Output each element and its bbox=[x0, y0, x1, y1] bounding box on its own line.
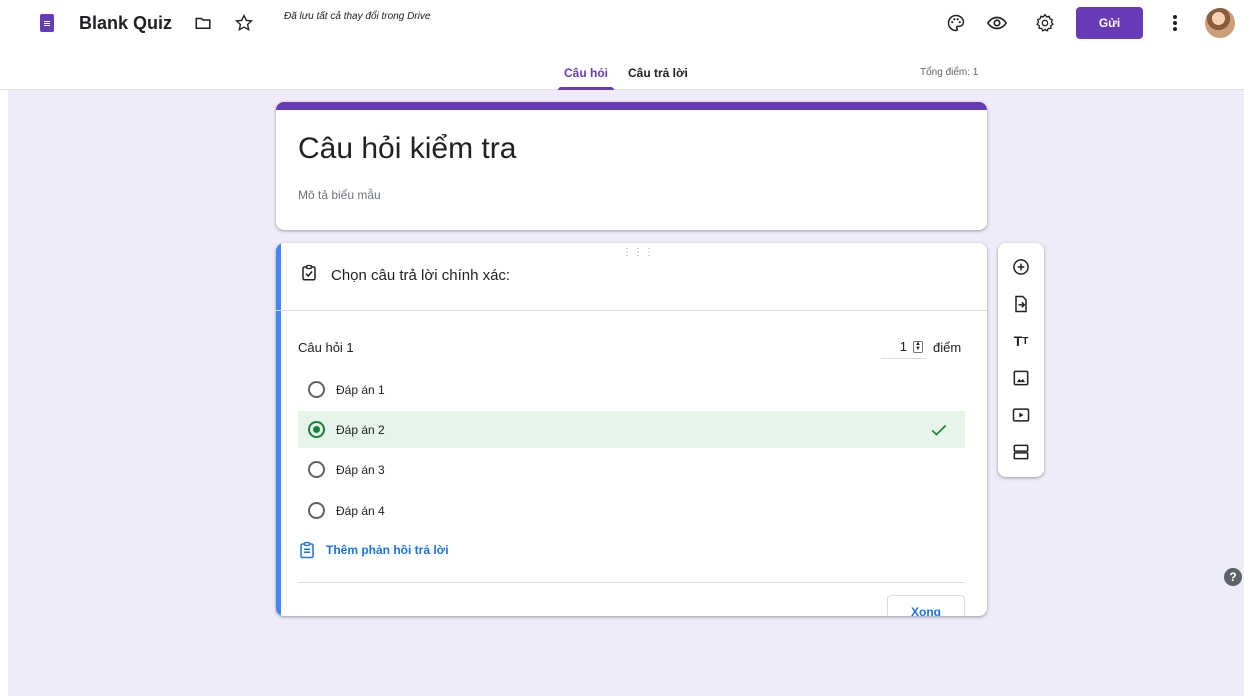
add-feedback-link[interactable]: Thêm phản hồi trả lời bbox=[298, 539, 449, 561]
side-toolbar: TT bbox=[998, 243, 1044, 477]
forms-logo-icon[interactable] bbox=[40, 14, 54, 32]
app-header: Blank Quiz Đã lưu tất cả thay đổi trong … bbox=[0, 0, 1244, 90]
add-title-icon[interactable]: TT bbox=[1010, 330, 1032, 352]
feedback-icon bbox=[300, 541, 314, 559]
option-label: Đáp án 3 bbox=[336, 463, 385, 477]
preview-icon[interactable] bbox=[986, 12, 1008, 34]
points-stepper[interactable]: ▲ ▼ bbox=[913, 341, 923, 353]
add-feedback-label[interactable]: Thêm phản hồi trả lời bbox=[326, 543, 449, 557]
add-section-icon[interactable] bbox=[1010, 441, 1032, 463]
form-tabs: Câu hỏi Câu trả lời bbox=[558, 64, 702, 90]
accent-bar bbox=[276, 102, 987, 110]
option-label: Đáp án 4 bbox=[336, 504, 385, 518]
palette-icon[interactable] bbox=[945, 12, 967, 34]
save-status: Đã lưu tất cả thay đổi trong Drive bbox=[284, 11, 431, 22]
option-label: Đáp án 2 bbox=[336, 423, 385, 437]
answer-key-heading: Chọn câu trả lời chính xác: bbox=[331, 267, 511, 284]
radio-button[interactable] bbox=[308, 502, 325, 519]
question-card[interactable]: ⋮⋮⋮ Chọn câu trả lời chính xác: Câu hỏi … bbox=[276, 243, 987, 616]
answer-key-icon bbox=[300, 264, 318, 282]
option-label: Đáp án 1 bbox=[336, 383, 385, 397]
import-questions-icon[interactable] bbox=[1010, 293, 1032, 315]
settings-icon[interactable] bbox=[1034, 12, 1056, 34]
divider bbox=[298, 582, 965, 583]
total-points: Tổng điểm: 1 bbox=[920, 67, 979, 78]
form-title-card[interactable]: Câu hỏi kiểm tra Mô tả biểu mẫu bbox=[276, 102, 987, 230]
done-button[interactable]: Xong bbox=[887, 595, 965, 616]
divider bbox=[276, 310, 987, 311]
answer-option-correct[interactable]: Đáp án 2 bbox=[298, 411, 965, 448]
radio-button[interactable] bbox=[308, 461, 325, 478]
document-title[interactable]: Blank Quiz bbox=[79, 13, 172, 34]
help-icon[interactable]: ? bbox=[1224, 568, 1242, 586]
answer-option[interactable]: Đáp án 3 bbox=[298, 451, 965, 488]
radio-button[interactable] bbox=[308, 381, 325, 398]
user-avatar[interactable] bbox=[1205, 8, 1235, 38]
question-title: Câu hỏi 1 bbox=[298, 340, 354, 355]
add-image-icon[interactable] bbox=[1010, 367, 1032, 389]
check-icon bbox=[929, 420, 949, 440]
form-title[interactable]: Câu hỏi kiểm tra bbox=[298, 132, 516, 166]
drag-handle-icon[interactable]: ⋮⋮⋮ bbox=[622, 247, 655, 258]
add-video-icon[interactable] bbox=[1010, 404, 1032, 426]
folder-icon[interactable] bbox=[192, 12, 214, 34]
points-unit: điểm bbox=[933, 340, 962, 355]
send-button[interactable]: Gửi bbox=[1076, 7, 1143, 39]
tab-responses[interactable]: Câu trả lời bbox=[622, 64, 694, 90]
more-vert-icon[interactable] bbox=[1164, 12, 1186, 34]
active-card-indicator bbox=[276, 243, 281, 616]
radio-button-checked[interactable] bbox=[308, 421, 325, 438]
form-description-field[interactable]: Mô tả biểu mẫu bbox=[298, 188, 381, 202]
tab-questions[interactable]: Câu hỏi bbox=[558, 64, 614, 90]
answer-option[interactable]: Đáp án 1 bbox=[298, 371, 965, 408]
points-input[interactable]: 1 ▲ ▼ bbox=[881, 337, 927, 359]
points-value[interactable]: 1 bbox=[881, 339, 907, 354]
add-question-icon[interactable] bbox=[1010, 256, 1032, 278]
star-icon[interactable] bbox=[233, 12, 255, 34]
answer-option[interactable]: Đáp án 4 bbox=[298, 492, 965, 529]
